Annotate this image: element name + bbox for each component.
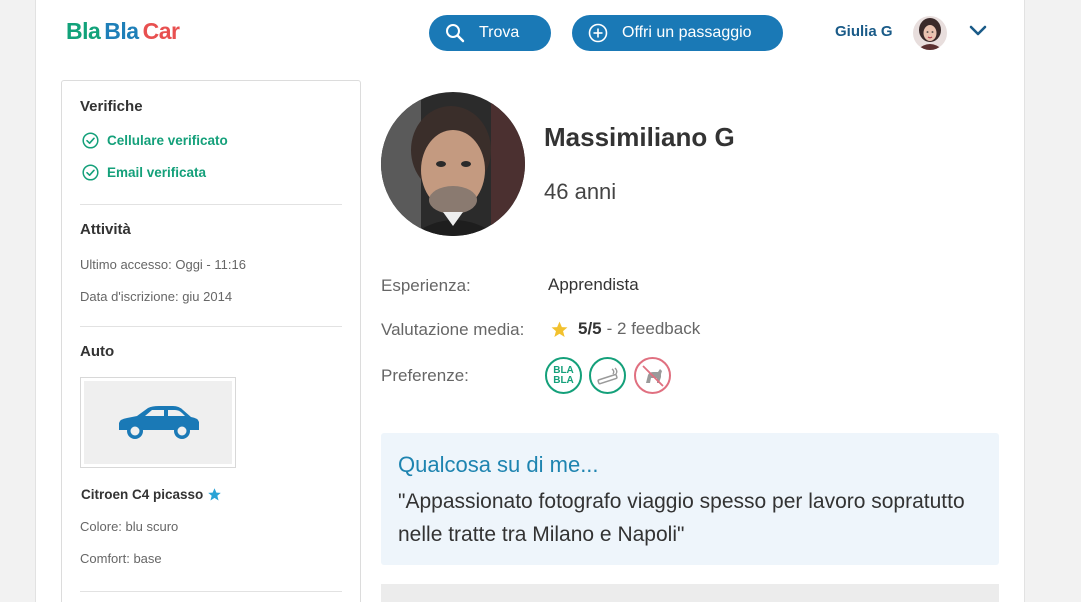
activity-title: Attività xyxy=(80,221,131,238)
find-ride-button[interactable]: Trova xyxy=(429,15,551,51)
profile-name: Massimiliano G xyxy=(544,122,735,152)
experience-label: Esperienza: xyxy=(381,276,471,295)
car-image xyxy=(80,377,236,468)
offer-ride-label: Offri un passaggio xyxy=(622,24,752,41)
car-model: Citroen C4 picasso xyxy=(81,487,222,502)
profile-photo xyxy=(381,92,525,236)
car-model-label: Citroen C4 picasso xyxy=(81,487,204,502)
car-icon xyxy=(119,405,199,439)
user-avatar[interactable] xyxy=(913,16,947,50)
rating-label: Valutazione media: xyxy=(381,320,525,339)
star-icon xyxy=(551,321,568,337)
next-section xyxy=(381,584,999,602)
about-section: Qualcosa su di me... "Appassionato fotog… xyxy=(381,433,999,565)
check-circle-icon xyxy=(82,164,99,181)
divider xyxy=(80,326,342,327)
car-title: Auto xyxy=(80,343,115,360)
find-ride-label: Trova xyxy=(479,24,520,41)
verification-label: Email verificata xyxy=(107,165,207,180)
logo-part: Bla xyxy=(66,18,101,44)
rating-feedback: - 2 feedback xyxy=(606,319,701,338)
verification-item: Email verificata xyxy=(82,164,206,181)
car-comfort: Comfort: base xyxy=(80,551,162,566)
profile-sidebar: Verifiche Cellulare verificato Email ver… xyxy=(61,80,361,602)
about-title: Qualcosa su di me... xyxy=(398,452,599,477)
verification-label: Cellulare verificato xyxy=(107,133,228,148)
blablacar-logo[interactable]: Bla Bla Car xyxy=(66,18,180,45)
profile-age: 46 anni xyxy=(544,179,617,204)
divider xyxy=(80,204,342,205)
car-color: Colore: blu scuro xyxy=(80,519,179,534)
experience-value: Apprendista xyxy=(548,275,639,294)
about-text: "Appassionato fotografo viaggio spesso p… xyxy=(398,490,965,546)
bla-bla-chat-icon: BLA BLA xyxy=(545,357,582,394)
divider xyxy=(80,591,342,592)
plus-circle-icon xyxy=(588,23,608,43)
rating-value: 5/5 xyxy=(578,319,602,338)
logo-part: Bla xyxy=(104,18,139,44)
logo-part: Car xyxy=(142,18,180,44)
user-name[interactable]: Giulia G xyxy=(835,23,893,40)
no-pets-icon xyxy=(634,357,671,394)
verification-item: Cellulare verificato xyxy=(82,132,228,149)
signup-date: Data d'iscrizione: giu 2014 xyxy=(80,289,233,304)
last-access: Ultimo accesso: Oggi - 11:16 xyxy=(80,257,246,272)
rating[interactable]: 5/5 - 2 feedback xyxy=(550,319,700,339)
page: Bla Bla Car Trova Offri un passaggio Giuli… xyxy=(35,0,1025,602)
offer-ride-button[interactable]: Offri un passaggio xyxy=(572,15,783,51)
verifications-title: Verifiche xyxy=(80,98,143,115)
check-circle-icon xyxy=(82,132,99,149)
search-icon xyxy=(446,24,465,43)
preferences-label: Preferenze: xyxy=(381,366,469,385)
star-icon xyxy=(208,488,222,501)
chevron-down-icon[interactable] xyxy=(969,25,987,37)
no-smoking-icon xyxy=(589,357,626,394)
